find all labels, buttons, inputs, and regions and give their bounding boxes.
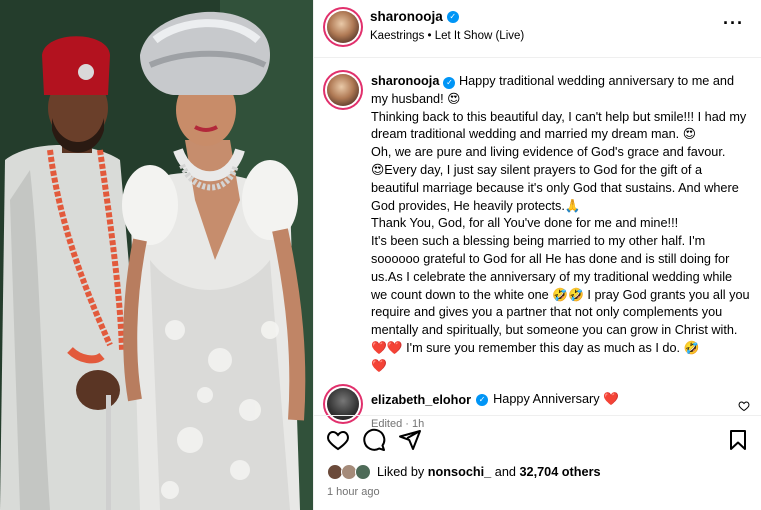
author-username-row: sharonooja ✓ [370,9,459,24]
save-bookmark-icon[interactable] [726,428,750,452]
liker-username[interactable]: nonsochi_ [428,465,491,479]
post-time[interactable]: 1 hour ago [327,486,380,498]
liker-avatar [355,464,371,480]
caption-username[interactable]: sharonooja [371,74,439,88]
comment-row: elizabeth_elohor ✓ Happy Anniversary ❤️ [314,388,761,420]
actions-bar: Liked by nonsochi_ and 32,704 others 1 h… [314,415,761,510]
likes-middle: and [491,465,520,479]
post-panel: sharonooja ✓ Kaestrings • Let It Show (L… [313,0,761,510]
commenter-username[interactable]: elizabeth_elohor [371,393,471,407]
audio-label[interactable]: Kaestrings • Let It Show (Live) [370,30,524,42]
likes-prefix: Liked by [377,465,428,479]
verified-badge-icon: ✓ [476,393,489,406]
author-avatar[interactable] [327,11,359,43]
like-comment-heart-icon[interactable] [738,400,750,412]
likes-count[interactable]: 32,704 others [519,465,600,479]
comment-bubble-icon[interactable] [362,428,386,452]
comment-body: Happy Anniversary ❤️ [493,392,619,406]
post-photo [0,0,313,510]
wedding-couple-image [0,0,313,510]
caption-text: sharonooja ✓ Happy traditional wedding a… [371,72,751,376]
like-heart-icon[interactable] [326,428,350,452]
verified-badge-icon: ✓ [439,73,456,89]
likes-text: Liked by nonsochi_ and 32,704 others [377,465,601,479]
caption-body: Happy traditional wedding anniversary to… [371,74,750,373]
author-username[interactable]: sharonooja [370,9,443,24]
caption-avatar[interactable] [327,74,359,106]
verified-badge-icon: ✓ [446,10,459,23]
share-send-icon[interactable] [398,428,422,452]
comment-text-row: elizabeth_elohor ✓ Happy Anniversary ❤️ [371,392,619,407]
likes-summary[interactable]: Liked by nonsochi_ and 32,704 others [327,464,601,480]
post-header: sharonooja ✓ Kaestrings • Let It Show (L… [314,0,761,58]
more-options-icon[interactable]: ··· [723,14,744,32]
